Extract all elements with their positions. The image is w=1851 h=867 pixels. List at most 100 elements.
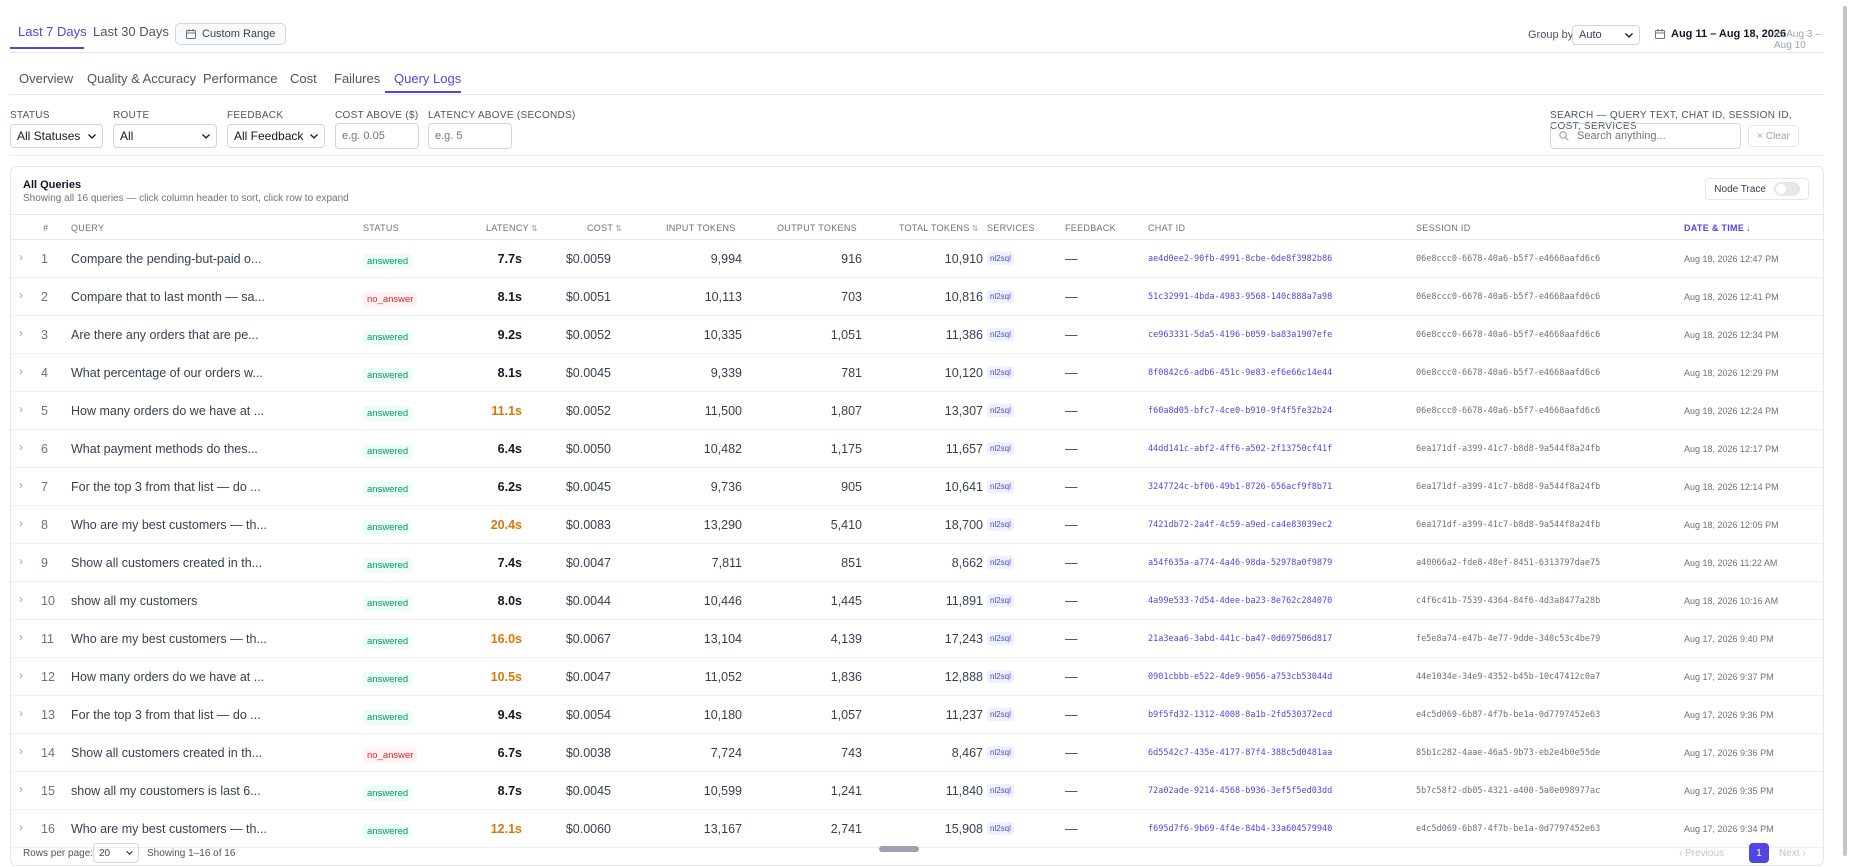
cost-filter-input[interactable] (335, 123, 419, 149)
expand-chevron-icon[interactable]: › (19, 250, 23, 264)
expand-chevron-icon[interactable]: › (19, 288, 23, 302)
row-cost: $0.0060 (565, 822, 611, 836)
rows-per-page-select[interactable]: 20 (93, 843, 139, 863)
expand-chevron-icon[interactable]: › (19, 402, 23, 416)
custom-range-button[interactable]: Custom Range (175, 23, 287, 45)
row-cost: $0.0083 (565, 518, 611, 532)
row-query: Compare the pending-but-paid o... (71, 252, 262, 266)
filter-bar: STATUS All Statuses ROUTE All FEEDBACK A… (10, 95, 1824, 156)
table-row[interactable]: › 7 For the top 3 from that list — do ... 6… (11, 468, 1823, 506)
col-index: # (43, 223, 49, 233)
row-input-tokens: 10,335 (703, 328, 742, 342)
tab-cost[interactable]: Cost (290, 71, 317, 86)
col-cost[interactable]: COST ⇅ (587, 223, 622, 233)
top-bar: Last 7 Days Last 30 Days Custom Range Gr… (10, 0, 1824, 53)
row-output-tokens: 5,410 (830, 518, 862, 532)
expand-chevron-icon[interactable]: › (19, 592, 23, 606)
group-by-select[interactable]: Auto (1572, 25, 1640, 45)
service-badge: nl2sql (987, 290, 1014, 303)
table-row[interactable]: › 9 Show all customers created in th... 7.4… (11, 544, 1823, 582)
node-trace-toggle[interactable]: Node Trace (1705, 178, 1809, 200)
table-row[interactable]: › 11 Who are my best customers — th... 16.0… (11, 620, 1823, 658)
latency-filter-label: LATENCY ABOVE (SECONDS) (428, 110, 576, 121)
route-filter-select[interactable]: All (113, 124, 217, 148)
table-row[interactable]: › 4 What percentage of our orders w... 8.1s… (11, 354, 1823, 392)
date-range-compare: vs Aug 3 – Aug 10 (1774, 29, 1821, 51)
row-session-id: 6ea171df-a399-41c7-b8d8-9a544f8a24fb (1416, 482, 1601, 492)
date-range-display[interactable]: Aug 11 – Aug 18, 2026 (1655, 28, 1786, 40)
expand-chevron-icon[interactable]: › (19, 554, 23, 568)
col-date-time[interactable]: DATE & TIME ↓ (1684, 223, 1750, 233)
row-latency: 16.0s (490, 632, 522, 646)
expand-chevron-icon[interactable]: › (19, 516, 23, 530)
row-latency: 7.4s (497, 556, 522, 570)
table-row[interactable]: › 8 Who are my best customers — th... 20.4s… (11, 506, 1823, 544)
table-row[interactable]: › 15 show all my coustomers is last 6... 8.… (11, 772, 1823, 810)
tab-last-7-days[interactable]: Last 7 Days (18, 24, 87, 39)
status-badge: answered (363, 710, 413, 725)
expand-chevron-icon[interactable]: › (19, 326, 23, 340)
row-output-tokens: 1,051 (830, 328, 862, 342)
toggle-switch[interactable] (1774, 182, 1800, 196)
expand-chevron-icon[interactable]: › (19, 478, 23, 492)
col-total-tokens[interactable]: TOTAL TOKENS ⇅ (899, 223, 979, 233)
clear-button[interactable]: × Clear (1748, 125, 1799, 147)
table-row[interactable]: › 12 How many orders do we have at ... 10.5… (11, 658, 1823, 696)
col-latency[interactable]: LATENCY ⇅ (486, 223, 538, 233)
expand-chevron-icon[interactable]: › (19, 364, 23, 378)
expand-chevron-icon[interactable]: › (19, 820, 23, 834)
vertical-scrollbar[interactable] (1837, 0, 1851, 862)
row-query: Who are my best customers — th... (71, 822, 267, 836)
row-chat-id: 72a02ade-9214-4568-b936-3ef5f5ed03dd (1148, 786, 1333, 796)
table-row[interactable]: › 5 How many orders do we have at ... 11.1s… (11, 392, 1823, 430)
table-row[interactable]: › 1 Compare the pending-but-paid o... 7.7s $… (11, 240, 1823, 278)
row-query: What percentage of our orders w... (71, 366, 263, 380)
col-feedback[interactable]: FEEDBACK (1065, 223, 1116, 233)
col-status[interactable]: STATUS (363, 223, 399, 233)
table-row[interactable]: › 14 Show all customers created in th... 6.… (11, 734, 1823, 772)
service-badge: nl2sql (987, 252, 1014, 265)
tab-performance[interactable]: Performance (203, 71, 277, 86)
feedback-filter-select[interactable]: All Feedback (227, 124, 325, 148)
table-row[interactable]: › 3 Are there any orders that are pe... 9.2… (11, 316, 1823, 354)
expand-chevron-icon[interactable]: › (19, 668, 23, 682)
tab-query-logs[interactable]: Query Logs (394, 71, 461, 86)
search-box[interactable] (1550, 123, 1741, 149)
table-row[interactable]: › 10 show all my customers 8.0s $0.0044 10,44… (11, 582, 1823, 620)
table-row[interactable]: › 6 What payment methods do thes... 6.4s $0.… (11, 430, 1823, 468)
tab-quality-accuracy[interactable]: Quality & Accuracy (87, 71, 196, 86)
col-query[interactable]: QUERY (71, 223, 104, 233)
status-filter-select[interactable]: All Statuses (10, 124, 103, 148)
service-badge: nl2sql (987, 404, 1014, 417)
scrollbar-thumb[interactable] (1843, 6, 1847, 856)
row-query: What payment methods do thes... (71, 442, 258, 456)
expand-chevron-icon[interactable]: › (19, 744, 23, 758)
col-chat-id[interactable]: CHAT ID (1148, 223, 1185, 233)
col-session-id[interactable]: SESSION ID (1416, 223, 1471, 233)
tab-failures[interactable]: Failures (334, 71, 380, 86)
row-chat-id: ce963331-5da5-4196-b059-ba83a1907efe (1148, 330, 1333, 340)
expand-chevron-icon[interactable]: › (19, 782, 23, 796)
page-1-button[interactable]: 1 (1749, 843, 1769, 863)
search-input[interactable] (1575, 129, 1729, 143)
previous-page-button[interactable]: ‹ Previous (1679, 848, 1724, 859)
row-cost: $0.0047 (565, 556, 611, 570)
expand-chevron-icon[interactable]: › (19, 440, 23, 454)
col-services[interactable]: SERVICES (987, 223, 1035, 233)
latency-filter-input[interactable] (428, 123, 512, 149)
expand-chevron-icon[interactable]: › (19, 630, 23, 644)
tab-overview[interactable]: Overview (19, 71, 73, 86)
table-row[interactable]: › 2 Compare that to last month — sa... 8.1s… (11, 278, 1823, 316)
col-input-tokens[interactable]: INPUT TOKENS (666, 223, 736, 233)
row-latency: 9.2s (497, 328, 522, 342)
row-cost: $0.0054 (565, 708, 611, 722)
row-latency: 8.7s (497, 784, 522, 798)
col-output-tokens[interactable]: OUTPUT TOKENS (777, 223, 857, 233)
row-chat-id: 0901cbbb-e522-4de9-9056-a753cb53044d (1148, 672, 1333, 682)
next-page-button[interactable]: Next › (1779, 848, 1806, 859)
tab-last-30-days[interactable]: Last 30 Days (93, 24, 169, 39)
row-total-tokens: 11,891 (945, 594, 983, 608)
expand-chevron-icon[interactable]: › (19, 706, 23, 720)
table-row[interactable]: › 13 For the top 3 from that list — do ...… (11, 696, 1823, 734)
row-session-id: 85b1c282-4aae-46a5-9b73-eb2e4b0e55de (1416, 748, 1601, 758)
